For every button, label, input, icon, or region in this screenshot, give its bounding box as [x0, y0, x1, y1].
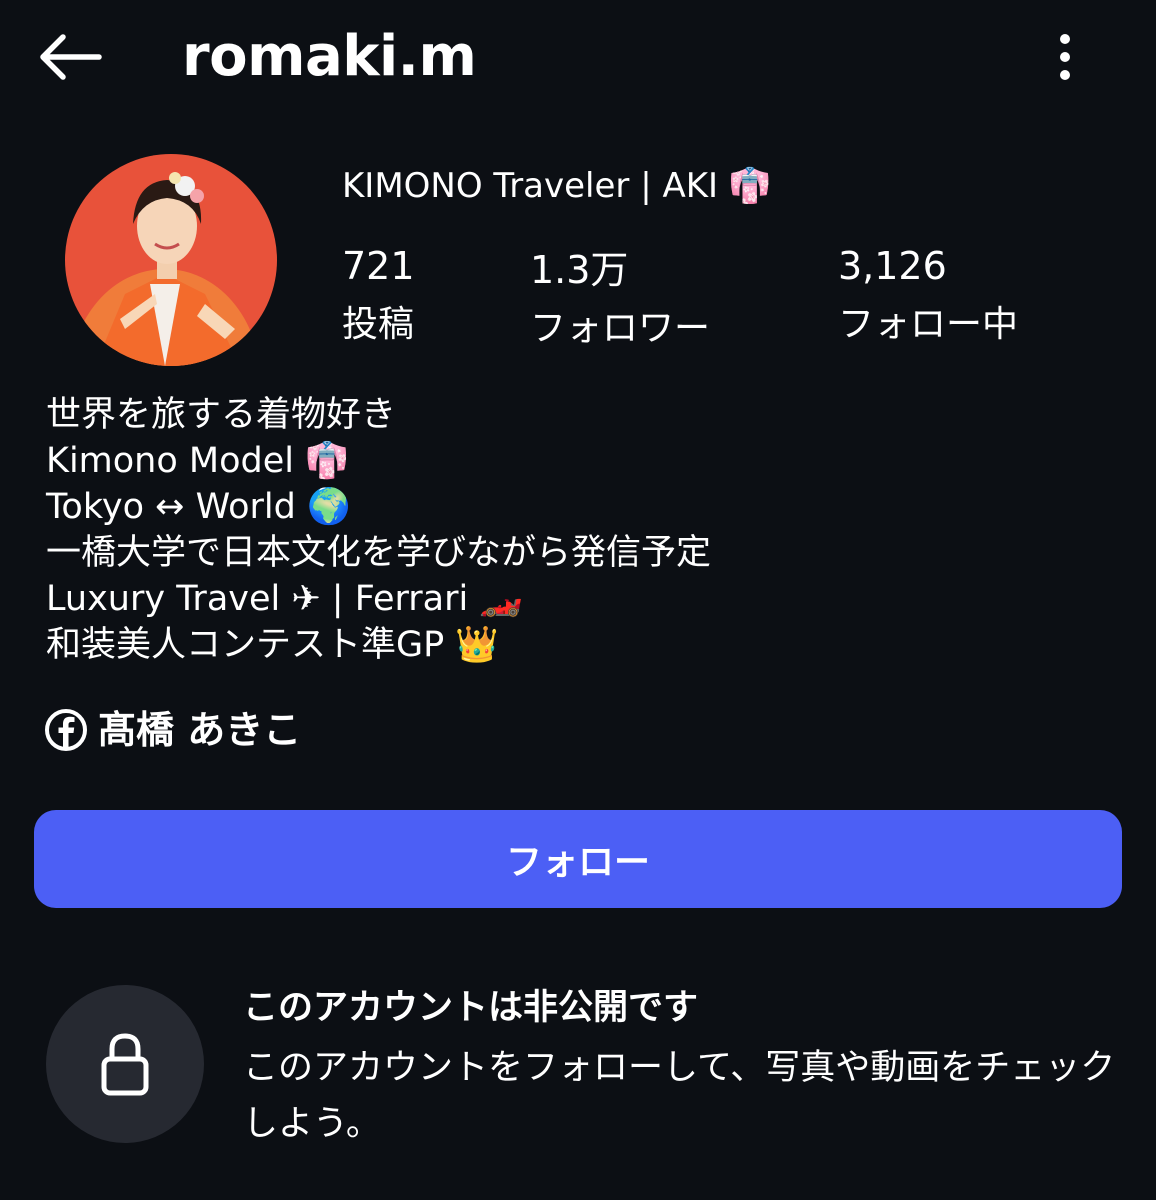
lock-badge	[46, 985, 204, 1143]
lock-icon	[101, 1033, 149, 1096]
profile-bio: 世界を旅する着物好き Kimono Model 👘 Tokyo ↔ World …	[46, 392, 711, 668]
stat-posts[interactable]: 721 投稿	[342, 240, 415, 358]
bio-line: Luxury Travel ✈ | Ferrari 🏎️	[46, 579, 523, 619]
stat-followers[interactable]: 1.3万 フォロワー	[530, 240, 710, 362]
stat-following-label: フォロー中	[838, 304, 1019, 345]
bio-line: 一橋大学で日本文化を学びながら発信予定	[46, 533, 712, 573]
top-bar: romaki.m	[0, 0, 1156, 120]
stat-followers-count: 1.3万	[530, 248, 629, 292]
more-options-button[interactable]	[1035, 22, 1095, 92]
facebook-icon	[44, 708, 88, 752]
more-vertical-icon	[1060, 34, 1070, 80]
stat-following-count: 3,126	[838, 244, 947, 288]
bio-line: Tokyo ↔ World 🌍	[46, 487, 351, 527]
back-button[interactable]	[30, 22, 110, 92]
profile-username: romaki.m	[182, 24, 477, 89]
facebook-profile-link[interactable]: 髙橋 あきこ	[44, 700, 301, 760]
profile-display-name: KIMONO Traveler | AKI 👘	[342, 166, 772, 206]
profile-avatar[interactable]	[65, 154, 277, 366]
bio-line: 世界を旅する着物好き	[46, 395, 397, 435]
follow-button[interactable]: フォロー	[34, 810, 1122, 908]
back-arrow-icon	[40, 34, 102, 80]
profile-page: romaki.m KIMONO Traveler | AKI 👘 721 投稿 …	[0, 0, 1156, 1200]
avatar-image	[65, 154, 277, 366]
private-account-description: このアカウントをフォローして、写真や動画をチェックしよう。	[243, 1048, 1116, 1144]
stat-following[interactable]: 3,126 フォロー中	[838, 240, 1018, 358]
stat-posts-count: 721	[342, 244, 415, 288]
facebook-name: 髙橋 あきこ	[98, 708, 302, 752]
stat-followers-label: フォロワー	[530, 308, 711, 349]
private-account-title: このアカウントは非公開です	[243, 988, 699, 1028]
bio-line: Kimono Model 👘	[46, 441, 349, 481]
stat-posts-label: 投稿	[342, 304, 415, 345]
bio-line: 和装美人コンテスト準GP 👑	[46, 625, 499, 665]
